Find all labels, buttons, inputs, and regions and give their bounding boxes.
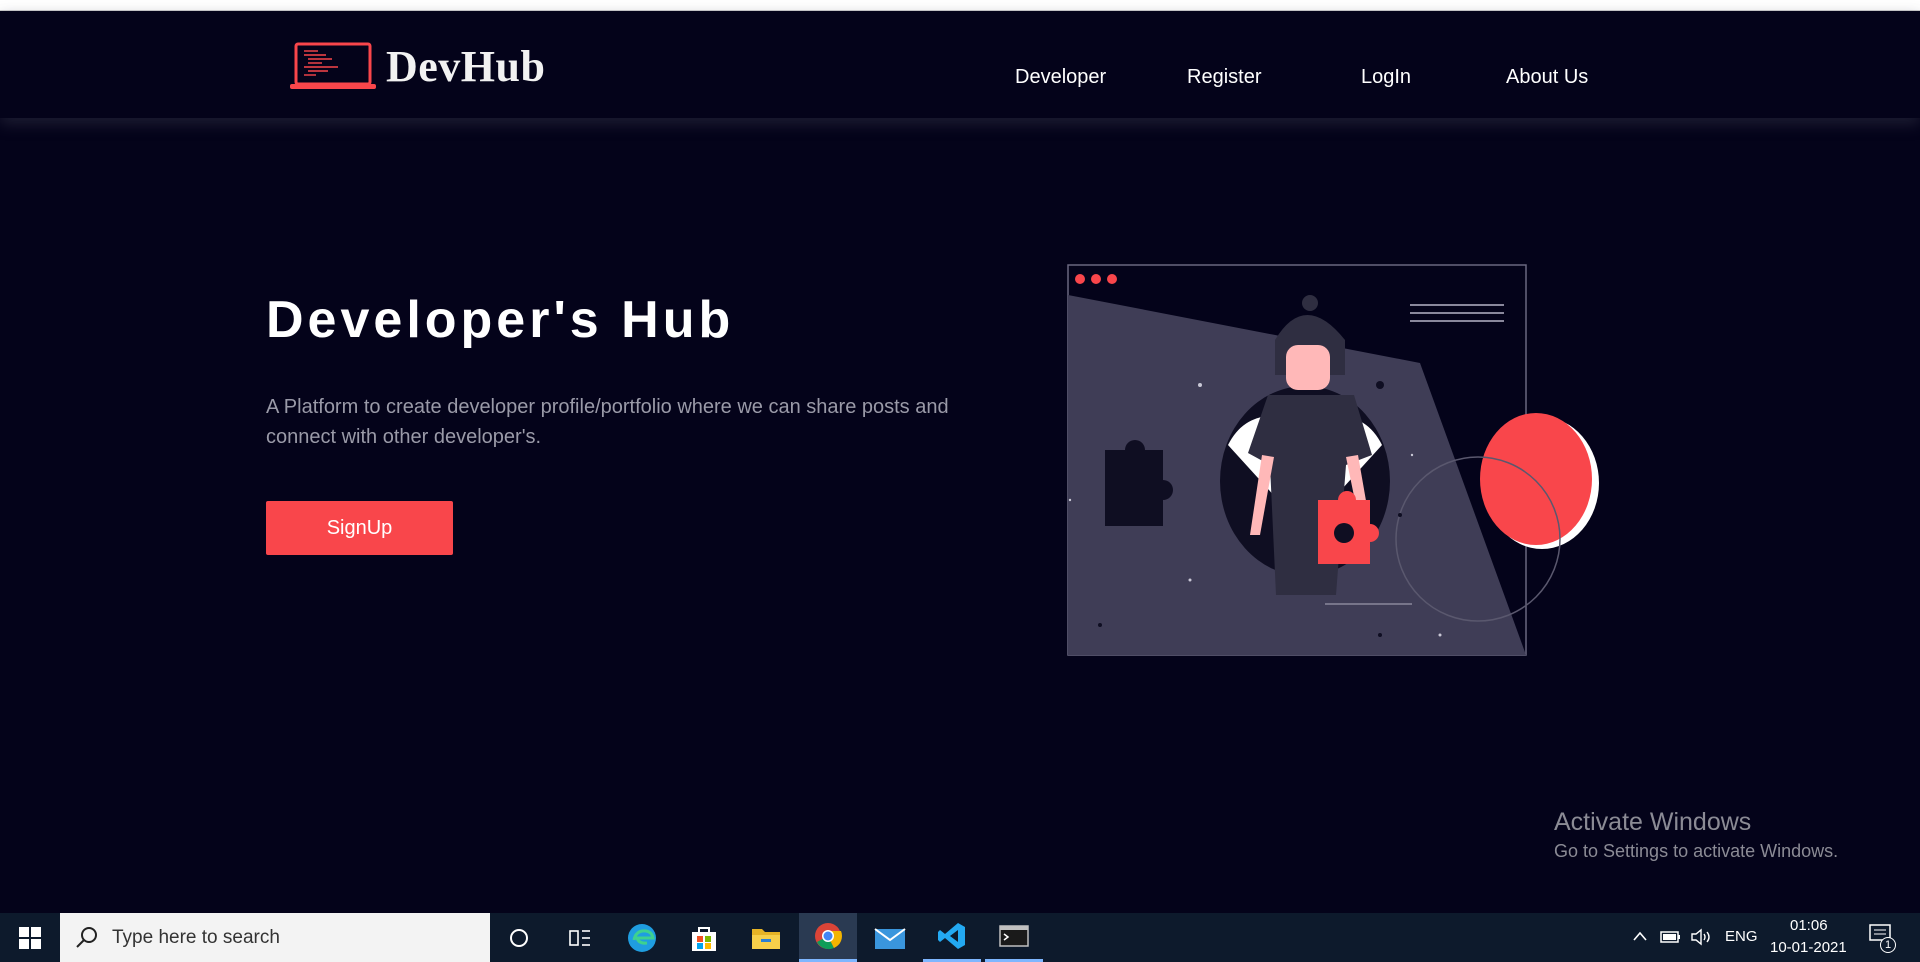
notification-badge: 1 — [1880, 937, 1896, 953]
watermark-title: Activate Windows — [1554, 808, 1752, 836]
browser-top-strip — [0, 0, 1920, 11]
laptop-logo-icon — [290, 42, 376, 89]
nav-developer[interactable]: Developer — [1015, 66, 1106, 89]
windows-start-button[interactable] — [0, 913, 60, 962]
taskbar-search-box[interactable] — [60, 913, 490, 962]
activate-windows-watermark: Activate Windows Go to Settings to activ… — [1554, 808, 1838, 862]
clock-date[interactable]: 10-01-2021 — [1770, 939, 1847, 956]
task-view-icon[interactable] — [551, 913, 609, 962]
taskbar-search-input[interactable] — [112, 926, 452, 949]
store-icon[interactable] — [675, 913, 733, 962]
clock-time[interactable]: 01:06 — [1790, 917, 1828, 934]
nav-about-us[interactable]: About Us — [1506, 66, 1588, 89]
navbar: DevHub Developer Register LogIn About Us — [0, 11, 1920, 118]
vscode-icon[interactable] — [923, 913, 981, 962]
terminal-icon[interactable] — [985, 913, 1043, 962]
taskbar: ENG 01:06 10-01-2021 1 — [0, 913, 1920, 962]
hero-illustration — [1067, 264, 1599, 656]
watermark-subtitle: Go to Settings to activate Windows. — [1554, 841, 1839, 861]
nav-login[interactable]: LogIn — [1361, 66, 1411, 89]
chrome-icon[interactable] — [799, 913, 857, 962]
search-icon — [76, 926, 97, 948]
hero-title: Developer's Hub — [266, 291, 735, 349]
nav-register[interactable]: Register — [1187, 66, 1261, 89]
brand-name: DevHub — [386, 42, 546, 91]
signup-button[interactable]: SignUp — [266, 501, 453, 555]
notification-center-button[interactable]: 1 — [1868, 923, 1898, 953]
language-indicator[interactable]: ENG — [1725, 928, 1758, 945]
windows-logo-icon — [19, 926, 41, 949]
file-explorer-icon[interactable] — [737, 913, 795, 962]
mail-icon[interactable] — [861, 913, 919, 962]
brand-logo-link[interactable]: DevHub — [288, 41, 545, 92]
battery-icon[interactable] — [1660, 929, 1682, 945]
chevron-up-icon[interactable] — [1632, 930, 1648, 942]
volume-icon[interactable] — [1690, 928, 1712, 946]
cortana-icon[interactable] — [490, 913, 548, 962]
edge-icon[interactable] — [613, 913, 671, 962]
hero-description: A Platform to create developer profile/p… — [266, 396, 949, 448]
